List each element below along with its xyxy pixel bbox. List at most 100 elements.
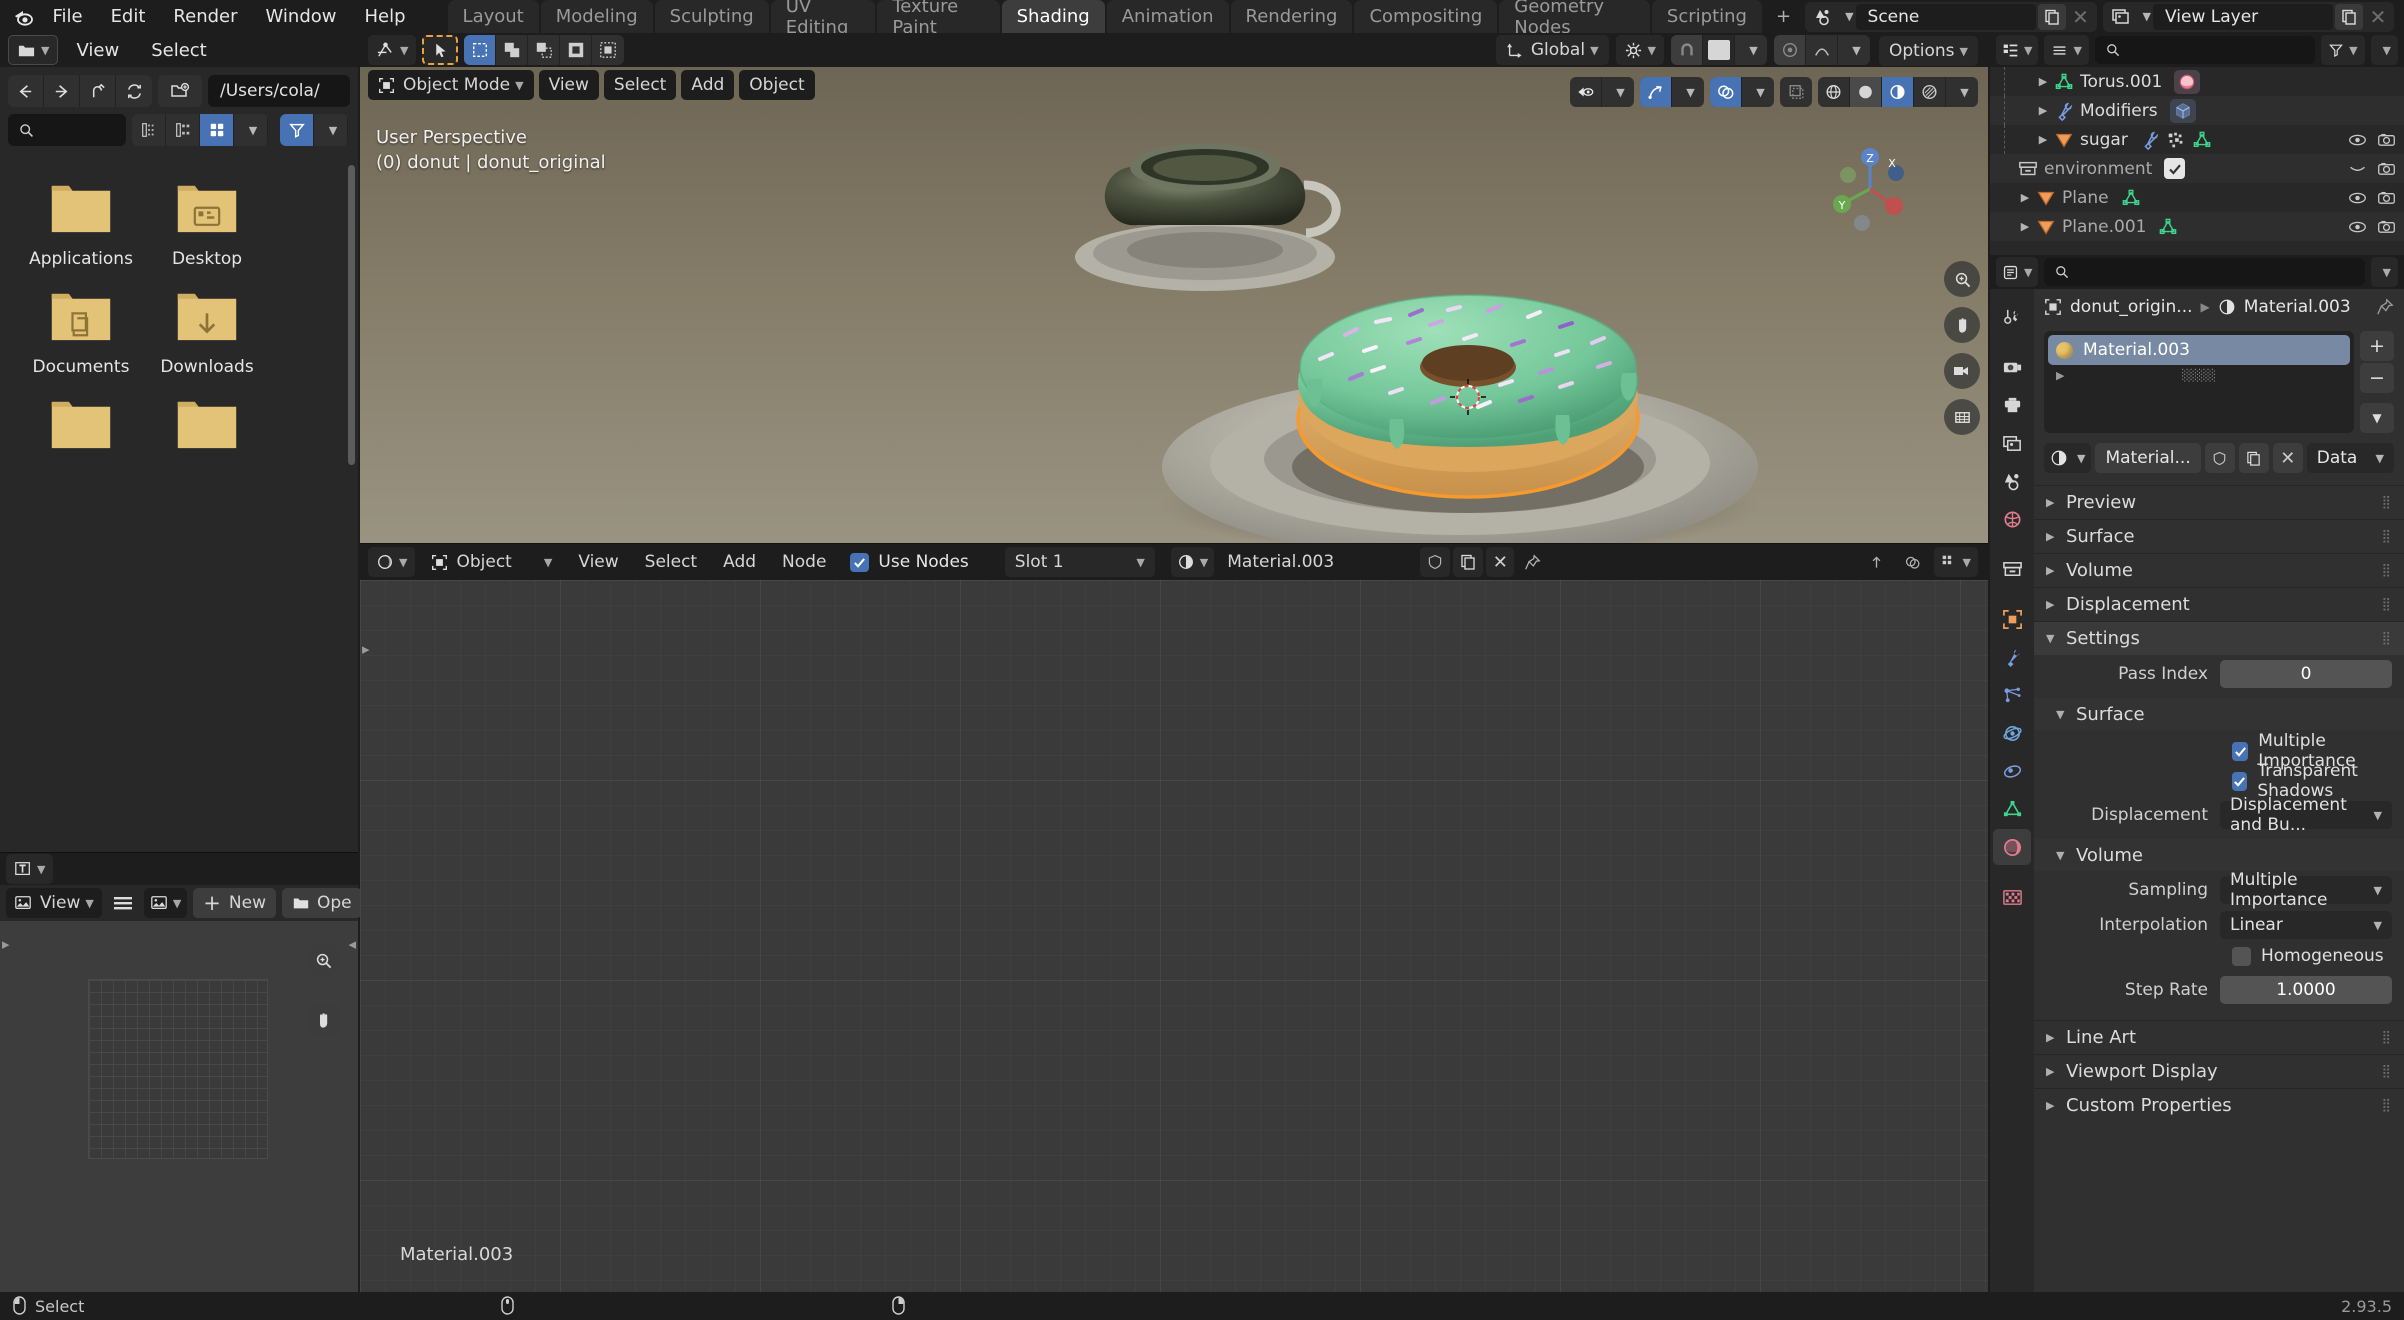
snap-target-button[interactable]: ▼ [1615, 35, 1664, 65]
workspace-tab-scripting[interactable]: Scripting [1651, 0, 1762, 33]
wireframe-shading-icon[interactable] [1818, 77, 1850, 107]
sidebar-toggle-right[interactable]: ◂ [348, 935, 356, 953]
refresh-button[interactable] [116, 75, 152, 107]
vp-menu-view[interactable]: View [538, 70, 599, 100]
view-layer-icon[interactable] [1993, 425, 2031, 461]
outliner-menu-button[interactable]: ▼ [2370, 35, 2398, 65]
output-icon[interactable] [1993, 387, 2031, 423]
material-name-field[interactable]: Material... [2095, 443, 2201, 473]
disable-in-render-icon[interactable] [2377, 161, 2396, 177]
material-preview-shading-icon[interactable] [1882, 77, 1914, 107]
detail-view-button[interactable] [166, 114, 200, 146]
proportional-edit-icon[interactable] [1774, 35, 1806, 65]
visibility-dropdown[interactable]: ▼ [1602, 77, 1634, 107]
node-snapping-dropdown[interactable]: ▼ [1933, 547, 1978, 577]
fb-menu-view[interactable]: View [62, 37, 133, 63]
select-extend-button[interactable] [496, 35, 529, 65]
overlay-node-icon[interactable] [1898, 547, 1928, 577]
outliner-search-input[interactable] [2094, 36, 2316, 64]
sidebar-toggle-left[interactable]: ▸ [2, 935, 10, 953]
breadcrumb-object[interactable]: donut_origin... [2070, 297, 2193, 317]
image-view-mode-button[interactable]: View ▼ [6, 888, 102, 918]
forward-button[interactable] [44, 75, 80, 107]
editor-type-button[interactable]: ▼ [6, 854, 54, 884]
file-search-input[interactable] [8, 114, 126, 146]
expand-triangle-icon[interactable]: ▶ [2032, 104, 2054, 117]
object-data-icon[interactable] [1993, 791, 2031, 827]
shader-type-selector[interactable]: Object ▼ [421, 547, 563, 577]
material-browse-button[interactable]: ▼ [1170, 547, 1215, 577]
render-icon[interactable] [1993, 349, 2031, 385]
outliner-row[interactable]: ▶ Modifiers [1990, 96, 2404, 125]
toggle-orthographic-icon[interactable] [1944, 399, 1980, 435]
falloff-icon[interactable] [1806, 35, 1838, 65]
show-gizmo-icon[interactable] [1640, 77, 1672, 107]
panel-grip-icon[interactable]: ⣿ [2381, 1030, 2392, 1045]
unlink-material-button[interactable]: ✕ [1486, 547, 1515, 577]
vp-menu-add[interactable]: Add [681, 70, 735, 100]
panel-grip-icon[interactable]: ⣿ [2381, 597, 2392, 612]
new-image-button[interactable]: + New [193, 888, 276, 918]
magnet-icon[interactable] [1671, 35, 1703, 65]
material-slot-selector[interactable]: Slot 1 ▼ [1004, 547, 1155, 577]
workspace-tab-uv-editing[interactable]: UV Editing [770, 0, 876, 38]
editor-type-button[interactable]: ▼ [368, 35, 417, 65]
duplicate-material-button[interactable] [1453, 547, 1484, 577]
workspace-tab-sculpting[interactable]: Sculpting [654, 0, 769, 33]
material-slot-item[interactable]: Material.003 [2048, 335, 2350, 365]
expand-triangle-icon[interactable]: ▶ [2014, 191, 2036, 204]
overlays-dropdown[interactable]: ▼ [1742, 77, 1774, 107]
list-view-button[interactable] [132, 114, 166, 146]
menu-edit[interactable]: Edit [97, 4, 160, 30]
vp-menu-select[interactable]: Select [603, 70, 677, 100]
workspace-tab-rendering[interactable]: Rendering [1230, 0, 1353, 33]
expand-triangle-icon[interactable]: ▶ [2014, 220, 2036, 233]
object-mode-selector[interactable]: Object Mode ▼ [368, 70, 534, 100]
sh-menu-select[interactable]: Select [635, 547, 707, 577]
outliner-row[interactable]: ▶ Plane [1990, 183, 2404, 212]
editor-type-button[interactable]: ▼ [1996, 35, 2039, 65]
object-icon[interactable] [1993, 601, 2031, 637]
add-workspace-button[interactable]: + [1764, 0, 1803, 33]
homogeneous-row[interactable]: Homogeneous [2034, 941, 2404, 971]
expand-triangle-icon[interactable]: ▶ [2032, 133, 2054, 146]
hide-collection-icon[interactable] [2348, 161, 2367, 177]
thumbnail-view-button[interactable] [200, 114, 234, 146]
modifier-icon[interactable] [1993, 639, 2031, 675]
hide-in-viewport-icon[interactable] [2348, 219, 2367, 235]
hide-in-viewport-icon[interactable] [2348, 190, 2367, 206]
menu-file[interactable]: File [38, 4, 96, 30]
panel-header-settings[interactable]: ▼ Settings ⣿ [2034, 621, 2404, 655]
use-nodes-toggle[interactable]: Use Nodes [850, 552, 969, 572]
path-input[interactable]: /Users/cola/ [208, 75, 350, 107]
checkbox-on-icon[interactable] [2164, 158, 2186, 179]
material-slot-grip[interactable]: ▶ ░░░░ [2048, 365, 2350, 385]
disable-in-render-icon[interactable] [2377, 132, 2396, 148]
outliner-tree[interactable]: ▶ Torus.001 ▶ Modifiers ▶ sugar environment ▶ Pl… [1990, 67, 2404, 241]
image-datablock-selector[interactable]: ▼ [143, 888, 188, 918]
show-overlays-icon[interactable] [1710, 77, 1742, 107]
gizmo-dropdown[interactable]: ▼ [1672, 77, 1704, 107]
workspace-tab-animation[interactable]: Animation [1106, 0, 1229, 33]
outliner-row[interactable]: environment [1990, 154, 2404, 183]
file-item[interactable]: Desktop [144, 181, 270, 269]
workspace-tab-shading[interactable]: Shading [1001, 0, 1105, 33]
xray-toggle-icon[interactable] [1780, 77, 1812, 107]
outliner-row[interactable]: ▶ sugar [1990, 125, 2404, 154]
panel-header-line-art[interactable]: ▶ Line Art ⣿ [2034, 1020, 2404, 1054]
material-slot-list[interactable]: Material.003 ▶ ░░░░ [2044, 331, 2354, 433]
back-button[interactable] [8, 75, 44, 107]
snap-dropdown[interactable]: ▼ [1735, 35, 1767, 65]
image-editor-canvas[interactable]: ▸ ◂ [0, 921, 358, 1293]
panel-header-surface[interactable]: ▶ Surface ⣿ [2034, 519, 2404, 553]
fb-menu-select[interactable]: Select [137, 37, 221, 63]
panel-grip-icon[interactable]: ⣿ [2381, 495, 2392, 510]
file-item[interactable]: Downloads [144, 289, 270, 377]
zoom-tool-icon[interactable] [306, 943, 340, 977]
expand-triangle-icon[interactable]: ▶ [2032, 75, 2054, 88]
solid-shading-icon[interactable] [1850, 77, 1882, 107]
sampling-dropdown[interactable]: Multiple Importance ▼ [2220, 870, 2392, 910]
fake-user-button[interactable] [1420, 547, 1451, 577]
texture-icon[interactable] [1993, 879, 2031, 915]
menu-window[interactable]: Window [252, 4, 351, 30]
